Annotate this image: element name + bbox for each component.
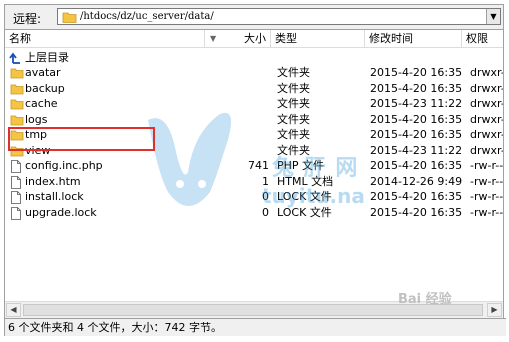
list-item-size: 741: [248, 159, 269, 172]
folder-icon: [10, 146, 24, 156]
path-bar: 远程: ▼: [5, 5, 503, 29]
list-header: 名称 大小 类型 修改时间 权限 ▼: [5, 30, 503, 48]
list-item-size: [205, 112, 269, 127]
column-type-header[interactable]: 类型: [271, 30, 365, 47]
list-item-size: 0: [262, 190, 269, 203]
scroll-right-icon[interactable]: ▶: [487, 303, 502, 317]
list-item[interactable]: backup 文件夹 2015-4-20 16:35 drwxr-: [5, 81, 503, 96]
folder-icon: [10, 115, 24, 125]
list-item[interactable]: index.htm 1 HTML 文档 2014-12-26 9:49 -rw-r--: [5, 174, 503, 189]
file-icon: [11, 160, 21, 173]
list-item-size: [205, 65, 269, 80]
file-icon: [11, 206, 21, 220]
list-item-permissions: drwxr-: [470, 81, 503, 95]
list-item-type: HTML 文档: [277, 174, 334, 188]
list-item[interactable]: view 文件夹 2015-4-23 11:22 drwxr-: [5, 143, 503, 158]
scroll-left-icon[interactable]: ◀: [6, 303, 21, 317]
list-item-permissions: -rw-r--: [470, 190, 503, 203]
status-bar: 6 个文件夹和 4 个文件，大小：742 字节。: [5, 318, 506, 336]
list-item[interactable]: install.lock 0 LOCK 文件 2015-4-20 16:35 -rw-r…: [5, 189, 503, 204]
list-item-modified: 2015-4-20 16:35: [370, 81, 463, 95]
folder-icon: [10, 68, 24, 79]
list-item-name: tmp: [25, 128, 48, 141]
list-item[interactable]: logs 文件夹 2015-4-20 16:35 drwxr-: [5, 112, 503, 127]
list-item-permissions: -rw-r--: [470, 174, 503, 188]
list-item-type: PHP 文件: [277, 159, 325, 172]
list-item-size: [205, 96, 269, 111]
list-item-modified: 2015-4-20 16:35: [370, 205, 463, 219]
list-item[interactable]: upgrade.lock 0 LOCK 文件 2015-4-20 16:35 -rw-r…: [5, 205, 503, 220]
list-item-type: 文件夹: [277, 97, 310, 110]
file-icon: [11, 175, 21, 189]
list-item-modified: 2015-4-23 11:22: [370, 97, 463, 110]
list-item-name: backup: [25, 81, 65, 95]
folder-icon: [10, 84, 24, 94]
parent-directory-icon: [9, 52, 20, 64]
list-item-modified: 2015-4-23 11:22: [370, 143, 463, 157]
list-item-permissions: drwxr-: [470, 66, 503, 79]
list-item-parent[interactable]: 上层目录: [5, 50, 503, 65]
list-item-type: 文件夹: [277, 143, 310, 157]
list-item-permissions: -rw-r--: [470, 159, 503, 172]
list-item-name: config.inc.php: [25, 159, 103, 172]
path-dropdown-button[interactable]: ▼: [486, 9, 500, 24]
list-item-modified: 2015-4-20 16:35: [370, 112, 463, 126]
list-item-name: cache: [25, 97, 58, 110]
list-item-type: 文件夹: [277, 112, 310, 126]
list-item-type: 文件夹: [277, 128, 310, 141]
list-item-modified: 2015-4-20 16:35: [370, 66, 463, 79]
list-item-name: view: [25, 143, 51, 157]
list-item-modified: 2015-4-20 16:35: [370, 128, 463, 141]
folder-icon: [10, 130, 24, 141]
list-item-size: [205, 143, 269, 158]
column-name-header[interactable]: 名称: [5, 30, 205, 47]
list-item-type: LOCK 文件: [277, 190, 332, 203]
list-item-name: avatar: [25, 66, 61, 79]
list-item-name: index.htm: [25, 174, 81, 188]
column-modified-header[interactable]: 修改时间: [365, 30, 462, 47]
list-item-permissions: -rw-r--: [470, 205, 503, 219]
path-input[interactable]: [80, 9, 480, 24]
list-item-name: upgrade.lock: [25, 205, 97, 219]
list-item-permissions: drwxr-: [470, 143, 503, 157]
sort-arrow-icon: ▼: [210, 34, 217, 43]
file-icon: [11, 191, 21, 204]
list-item-modified: 2015-4-20 16:35: [370, 159, 463, 172]
list-item-type: 文件夹: [277, 81, 310, 95]
folder-icon: [10, 99, 24, 110]
list-item-size: 0: [262, 205, 269, 219]
list-item-size: [205, 81, 269, 96]
list-item-type: LOCK 文件: [277, 205, 332, 219]
file-list: 名称 大小 类型 修改时间 权限 ▼ 上层目录 avatar 文件夹 2015-4-…: [5, 29, 503, 302]
path-combobox[interactable]: ▼: [57, 8, 501, 25]
scroll-thumb[interactable]: [23, 304, 483, 316]
path-label: 远程:: [13, 12, 42, 26]
column-perm-header[interactable]: 权限: [462, 30, 503, 47]
list-item-size: [205, 127, 269, 142]
list-item-name: logs: [25, 112, 48, 126]
list-item[interactable]: tmp 文件夹 2015-4-20 16:35 drwxr-: [5, 127, 503, 142]
list-item-name: install.lock: [25, 190, 84, 203]
ftp-remote-panel: 远程: ▼ 名称 大小 类型 修改时间 权限 ▼ 上层目录 avatar 文件夹 2…: [4, 4, 506, 336]
list-item[interactable]: cache 文件夹 2015-4-23 11:22 drwxr-: [5, 96, 503, 111]
list-item-modified: 2014-12-26 9:49: [370, 174, 463, 188]
list-item-modified: 2015-4-20 16:35: [370, 190, 463, 203]
list-item-permissions: drwxr-: [470, 128, 503, 141]
list-item-type: 文件夹: [277, 66, 310, 79]
list-item-size: 1: [262, 174, 269, 188]
list-item[interactable]: config.inc.php 741 PHP 文件 2015-4-20 16:35 -r…: [5, 158, 503, 173]
folder-icon: [62, 12, 77, 23]
list-item-name: 上层目录: [25, 51, 69, 64]
list-item[interactable]: avatar 文件夹 2015-4-20 16:35 drwxr-: [5, 65, 503, 80]
list-item-permissions: drwxr-: [470, 97, 503, 110]
list-item-permissions: drwxr-: [470, 112, 503, 126]
horizontal-scrollbar[interactable]: ◀ ▶: [5, 301, 503, 318]
